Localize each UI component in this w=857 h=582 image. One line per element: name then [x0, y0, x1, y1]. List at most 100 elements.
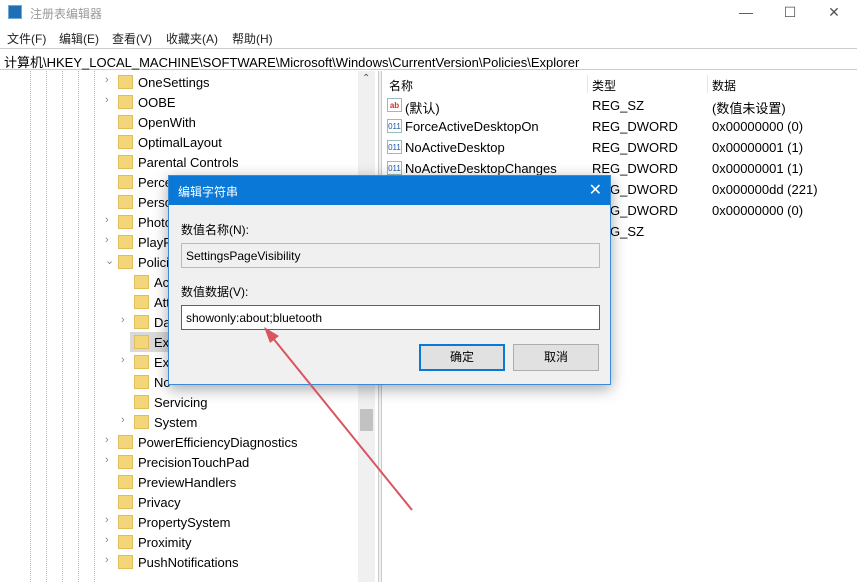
folder-icon	[134, 395, 149, 409]
value-type: REG_SZ	[592, 98, 644, 113]
tree-item[interactable]: ›Proximity	[114, 532, 354, 552]
tree-item-label: Servicing	[154, 395, 207, 410]
value-type: REG_DWORD	[592, 119, 678, 134]
value-name: ForceActiveDesktopOn	[405, 119, 539, 134]
chevron-right-icon[interactable]: ›	[105, 234, 115, 246]
tree-item[interactable]: ›PropertySystem	[114, 512, 354, 532]
tree-item[interactable]: Privacy	[114, 492, 354, 512]
menu-view[interactable]: 查看(V)	[112, 30, 152, 47]
tree-item[interactable]: Servicing	[130, 392, 370, 412]
value-name-field[interactable]: SettingsPageVisibility	[181, 243, 600, 268]
tree-item-label: PreviewHandlers	[138, 475, 236, 490]
maximize-button[interactable]: ☐	[770, 2, 810, 24]
folder-icon	[118, 495, 133, 509]
value-data: 0x00000000 (0)	[712, 203, 803, 218]
edit-string-dialog: 编辑字符串 ✕ 数值名称(N): SettingsPageVisibility …	[168, 175, 611, 385]
list-row[interactable]: 011 NoActiveDesktop REG_DWORD 0x00000001…	[383, 137, 857, 158]
tree-item[interactable]: ›OOBE	[114, 92, 354, 112]
tree-item-label: Parental Controls	[138, 155, 238, 170]
chevron-right-icon[interactable]: ›	[121, 414, 131, 426]
chevron-right-icon[interactable]: ›	[105, 74, 115, 86]
folder-icon	[118, 135, 133, 149]
tree-item-label: OpenWith	[138, 115, 196, 130]
folder-icon	[134, 295, 149, 309]
tree-item[interactable]: Parental Controls	[114, 152, 354, 172]
tree-item-label: OptimalLayout	[138, 135, 222, 150]
menu-edit[interactable]: 编辑(E)	[59, 30, 99, 47]
folder-icon	[118, 535, 133, 549]
menu-bar: 文件(F) 编辑(E) 查看(V) 收藏夹(A) 帮助(H)	[0, 27, 857, 47]
folder-icon	[118, 75, 133, 89]
value-data: 0x00000001 (1)	[712, 140, 803, 155]
tree-item[interactable]: ›System	[130, 412, 370, 432]
chevron-right-icon[interactable]: ›	[105, 514, 115, 526]
column-data[interactable]: 数据	[712, 77, 736, 94]
folder-icon	[118, 255, 133, 269]
column-type[interactable]: 类型	[592, 77, 616, 94]
column-name[interactable]: 名称	[389, 77, 413, 94]
tree-item[interactable]: ›OneSettings	[114, 72, 354, 92]
scroll-thumb[interactable]	[360, 409, 373, 431]
close-button[interactable]: ✕	[814, 2, 854, 24]
value-type: REG_DWORD	[592, 161, 678, 176]
tree-item[interactable]: ›PrecisionTouchPad	[114, 452, 354, 472]
folder-icon	[118, 95, 133, 109]
chevron-right-icon[interactable]: ›	[105, 434, 115, 446]
value-data: 0x00000001 (1)	[712, 161, 803, 176]
folder-icon	[118, 555, 133, 569]
folder-icon	[118, 155, 133, 169]
menu-help[interactable]: 帮助(H)	[232, 30, 273, 47]
folder-icon	[134, 355, 149, 369]
cancel-button[interactable]: 取消	[513, 344, 599, 371]
tree-item-label: Ex	[154, 335, 169, 350]
chevron-right-icon[interactable]: ›	[105, 554, 115, 566]
folder-icon	[134, 315, 149, 329]
tree-item[interactable]: ›PushNotifications	[114, 552, 354, 572]
chevron-right-icon[interactable]: ›	[121, 314, 131, 326]
address-bar[interactable]: 计算机\HKEY_LOCAL_MACHINE\SOFTWARE\Microsof…	[0, 48, 857, 70]
menu-favorites[interactable]: 收藏夹(A)	[166, 30, 218, 47]
value-name-label: 数值名称(N):	[181, 221, 249, 238]
tree-item-label: PowerEfficiencyDiagnostics	[138, 435, 297, 450]
value-data-label: 数值数据(V):	[181, 283, 248, 300]
tree-item-label: PropertySystem	[138, 515, 230, 530]
folder-icon	[134, 415, 149, 429]
tree-item-label: Perce	[138, 175, 172, 190]
folder-icon	[118, 175, 133, 189]
title-bar: 注册表编辑器 — ☐ ✕	[0, 0, 857, 26]
folder-icon	[134, 275, 149, 289]
chevron-right-icon[interactable]: ›	[105, 534, 115, 546]
tree-item-label: PushNotifications	[138, 555, 238, 570]
tree-item[interactable]: ›PowerEfficiencyDiagnostics	[114, 432, 354, 452]
value-name: NoActiveDesktop	[405, 140, 505, 155]
folder-icon	[118, 215, 133, 229]
folder-icon	[118, 435, 133, 449]
chevron-right-icon[interactable]: ›	[105, 214, 115, 226]
scroll-up-icon[interactable]: ⌃	[362, 73, 370, 84]
tree-item[interactable]: PreviewHandlers	[114, 472, 354, 492]
tree-item[interactable]: OpenWith	[114, 112, 354, 132]
tree-item-label: Privacy	[138, 495, 181, 510]
tree-item[interactable]: OptimalLayout	[114, 132, 354, 152]
chevron-right-icon[interactable]: ›	[121, 354, 131, 366]
string-value-icon: ab	[387, 98, 402, 112]
folder-icon	[118, 475, 133, 489]
dialog-close-button[interactable]: ✕	[589, 180, 602, 200]
ok-button[interactable]: 确定	[419, 344, 505, 371]
window-title: 注册表编辑器	[30, 5, 102, 22]
tree-item-label: Ex	[154, 355, 169, 370]
folder-icon	[118, 455, 133, 469]
value-type: REG_DWORD	[592, 140, 678, 155]
chevron-right-icon[interactable]: ›	[105, 454, 115, 466]
menu-file[interactable]: 文件(F)	[7, 30, 46, 47]
list-row[interactable]: ab (默认) REG_SZ (数值未设置)	[383, 95, 857, 116]
chevron-down-icon[interactable]: ⌄	[105, 254, 115, 267]
minimize-button[interactable]: —	[726, 2, 766, 24]
tree-item-label: System	[154, 415, 197, 430]
dialog-title: 编辑字符串	[178, 185, 238, 199]
value-data-input[interactable]: showonly:about;bluetooth	[181, 305, 600, 330]
folder-icon	[118, 195, 133, 209]
list-row[interactable]: 011 ForceActiveDesktopOn REG_DWORD 0x000…	[383, 116, 857, 137]
binary-value-icon: 011	[387, 119, 402, 133]
chevron-right-icon[interactable]: ›	[105, 94, 115, 106]
